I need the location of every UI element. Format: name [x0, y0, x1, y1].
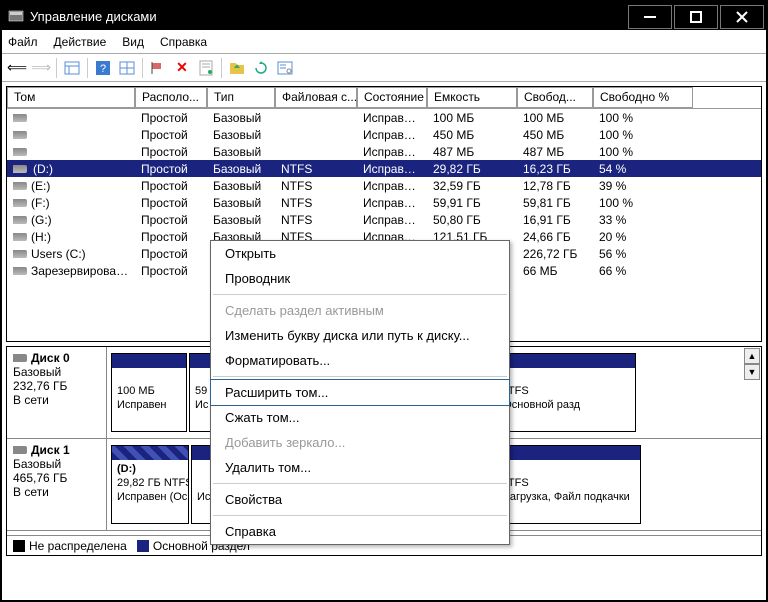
context-menu: ОткрытьПроводник Сделать раздел активнымИ…: [210, 240, 510, 545]
statusbar: [2, 582, 766, 600]
context-menu-item[interactable]: Сжать том...: [211, 405, 509, 430]
menubar: Файл Действие Вид Справка: [2, 30, 766, 54]
col-free[interactable]: Свобод...: [517, 87, 593, 108]
disk-mgmt-icon: [8, 9, 24, 23]
volume-icon: [13, 199, 27, 207]
forward-button[interactable]: ⟹: [30, 57, 52, 79]
volume-icon: [13, 216, 27, 224]
volume-row[interactable]: ПростойБазовыйИсправен...450 МБ450 МБ100…: [7, 126, 761, 143]
scroll-down-button[interactable]: ▼: [744, 364, 760, 380]
volume-row[interactable]: (E:)ПростойБазовыйNTFSИсправен...32,59 Г…: [7, 177, 761, 194]
minimize-button[interactable]: [628, 5, 672, 29]
volume-icon: [13, 114, 27, 122]
toolbar-grid-icon[interactable]: [116, 57, 138, 79]
delete-button[interactable]: ✕: [171, 57, 193, 79]
volume-icon: [13, 131, 27, 139]
menu-action[interactable]: Действие: [54, 35, 107, 49]
svg-text:?: ?: [100, 63, 106, 75]
volume-icon: [13, 148, 27, 156]
partition[interactable]: 100 МБИсправен: [111, 353, 187, 432]
titlebar: Управление дисками: [2, 2, 766, 30]
volume-icon: [13, 165, 27, 173]
volume-row[interactable]: (D:)ПростойБазовыйNTFSИсправен...29,82 Г…: [7, 160, 761, 177]
context-menu-item[interactable]: Удалить том...: [211, 455, 509, 480]
disk-label[interactable]: Диск 0Базовый232,76 ГБВ сети: [7, 347, 107, 438]
context-menu-item[interactable]: Изменить букву диска или путь к диску...: [211, 323, 509, 348]
volume-row[interactable]: (G:)ПростойБазовыйNTFSИсправен...50,80 Г…: [7, 211, 761, 228]
col-filesystem[interactable]: Файловая с...: [275, 87, 357, 108]
toolbar-folder-up-icon[interactable]: [226, 57, 248, 79]
refresh-button[interactable]: [250, 57, 272, 79]
context-menu-item[interactable]: Справка: [211, 519, 509, 544]
menu-file[interactable]: Файл: [8, 35, 38, 49]
col-capacity[interactable]: Емкость: [427, 87, 517, 108]
menu-view[interactable]: Вид: [122, 35, 144, 49]
legend-unallocated: Не распределена: [13, 539, 127, 553]
close-button[interactable]: [720, 5, 764, 29]
volume-row[interactable]: ПростойБазовыйИсправен...100 МБ100 МБ100…: [7, 109, 761, 126]
volume-icon: [13, 267, 27, 275]
toolbar: ⟸ ⟹ ? ✕: [2, 54, 766, 82]
help-button[interactable]: ?: [92, 57, 114, 79]
context-menu-item[interactable]: Свойства: [211, 487, 509, 512]
col-status[interactable]: Состояние: [357, 87, 427, 108]
disk-label[interactable]: Диск 1Базовый465,76 ГБВ сети: [7, 439, 107, 530]
column-headers: Том Располо... Тип Файловая с... Состоян…: [7, 87, 761, 109]
properties-button[interactable]: [195, 57, 217, 79]
partition[interactable]: (D:)29,82 ГБ NTFSИсправен (Основной разд…: [111, 445, 189, 524]
menu-help[interactable]: Справка: [160, 35, 207, 49]
toolbar-flag-icon[interactable]: [147, 57, 169, 79]
context-menu-item[interactable]: Проводник: [211, 266, 509, 291]
context-menu-item: Сделать раздел активным: [211, 298, 509, 323]
context-menu-item[interactable]: Расширить том...: [210, 379, 510, 406]
volume-icon: [13, 250, 27, 258]
disk-scroll: ▲ ▼: [744, 348, 760, 380]
toolbar-panel-icon[interactable]: [61, 57, 83, 79]
context-menu-item: Добавить зеркало...: [211, 430, 509, 455]
col-type[interactable]: Тип: [207, 87, 275, 108]
col-layout[interactable]: Располо...: [135, 87, 207, 108]
back-button[interactable]: ⟸: [6, 57, 28, 79]
col-volume[interactable]: Том: [7, 87, 135, 108]
toolbar-list-search-icon[interactable]: [274, 57, 296, 79]
maximize-button[interactable]: [674, 5, 718, 29]
context-menu-item[interactable]: Открыть: [211, 241, 509, 266]
volume-icon: [13, 182, 27, 190]
scroll-up-button[interactable]: ▲: [744, 348, 760, 364]
col-freepct[interactable]: Свободно %: [593, 87, 693, 108]
context-menu-item[interactable]: Форматировать...: [211, 348, 509, 373]
window-title: Управление дисками: [30, 9, 628, 24]
volume-row[interactable]: ПростойБазовыйИсправен...487 МБ487 МБ100…: [7, 143, 761, 160]
volume-row[interactable]: (F:)ПростойБазовыйNTFSИсправен...59,91 Г…: [7, 194, 761, 211]
volume-icon: [13, 233, 27, 241]
